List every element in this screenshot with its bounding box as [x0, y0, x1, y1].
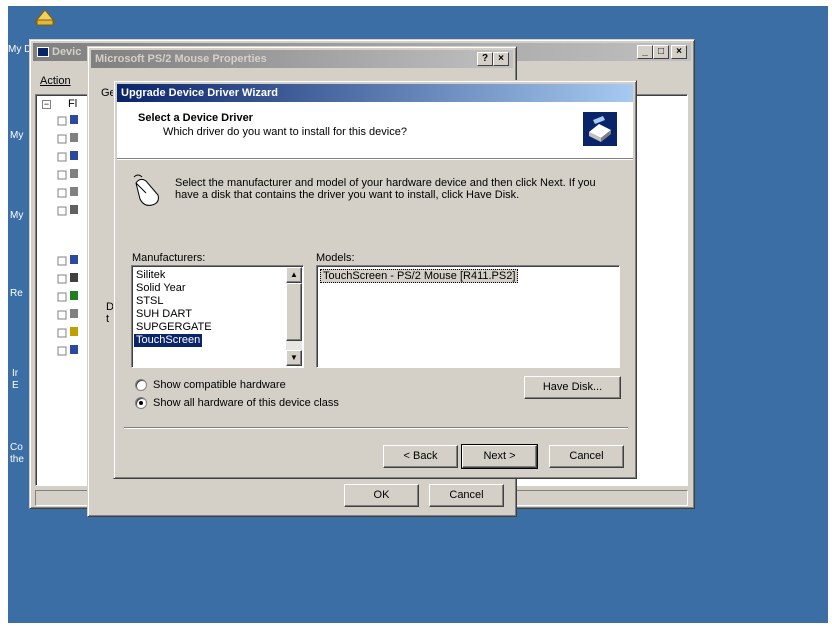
- manufacturer-item[interactable]: SUPGERGATE: [134, 321, 284, 334]
- action-menu[interactable]: Action: [40, 75, 71, 87]
- desktop-label-my-computer[interactable]: My: [10, 130, 23, 141]
- scroll-down-arrow-icon[interactable]: ▼: [286, 350, 302, 366]
- manufacturers-scrollbar[interactable]: ▲ ▼: [286, 267, 302, 366]
- minimize-button[interactable]: _: [637, 45, 653, 59]
- manufacturer-item[interactable]: SUH DART: [134, 308, 284, 321]
- wizard-titlebar[interactable]: Upgrade Device Driver Wizard: [117, 84, 633, 102]
- desktop-label-connect-1[interactable]: Co: [10, 442, 23, 453]
- properties-side-letter-t: t: [106, 313, 110, 325]
- properties-titlebar[interactable]: Microsoft PS/2 Mouse Properties ? ×: [91, 50, 513, 68]
- desktop-label-my-documents[interactable]: My D: [8, 44, 31, 55]
- wizard-header-subtitle: Which driver do you want to install for …: [163, 126, 407, 138]
- ok-button[interactable]: OK: [344, 484, 419, 507]
- close-button[interactable]: ×: [671, 45, 687, 59]
- tree-branch-lines: [57, 115, 78, 356]
- scroll-up-arrow-icon[interactable]: ▲: [286, 267, 302, 283]
- wizard-footer-divider: [124, 427, 628, 429]
- wizard-cancel-button[interactable]: Cancel: [549, 445, 624, 468]
- desktop-label-my-network[interactable]: My: [10, 210, 23, 221]
- computer-icon: [37, 47, 49, 58]
- properties-close-button[interactable]: ×: [493, 52, 509, 66]
- wizard-title: Upgrade Device Driver Wizard: [121, 87, 279, 99]
- manufacturers-label: Manufacturers:: [132, 252, 206, 264]
- wizard-header: Select a Device Driver Which driver do y…: [117, 102, 633, 158]
- properties-cancel-button[interactable]: Cancel: [429, 484, 504, 507]
- models-list[interactable]: TouchScreen - PS/2 Mouse [R411.PS2]: [316, 265, 620, 368]
- radio-show-all[interactable]: [135, 397, 147, 409]
- manufacturer-item[interactable]: Solid Year: [134, 282, 284, 295]
- maximize-button[interactable]: □: [653, 45, 669, 59]
- desktop-label-recycle-bin[interactable]: Re: [10, 288, 23, 299]
- manufacturer-item[interactable]: STSL: [134, 295, 284, 308]
- wizard-instruction: Select the manufacturer and model of you…: [175, 177, 596, 201]
- back-button[interactable]: < Back: [383, 445, 458, 468]
- tree-root-expander[interactable]: −: [42, 100, 51, 109]
- properties-title: Microsoft PS/2 Mouse Properties: [95, 53, 267, 65]
- models-label: Models:: [316, 252, 355, 264]
- upgrade-wizard-dialog: Upgrade Device Driver Wizard Select a De…: [113, 80, 637, 479]
- tree-root-label[interactable]: Fl: [68, 98, 77, 110]
- hardware-wizard-icon: [583, 112, 617, 146]
- folder-icon[interactable]: [33, 8, 57, 26]
- wizard-header-divider: [117, 158, 633, 160]
- manufacturer-item[interactable]: Silitek: [134, 269, 284, 282]
- help-button[interactable]: ?: [477, 52, 493, 66]
- manufacturer-item-selected[interactable]: TouchScreen: [134, 334, 203, 347]
- mouse-icon: [132, 173, 162, 209]
- radio-show-all-label[interactable]: Show all hardware of this device class: [153, 397, 339, 409]
- have-disk-button[interactable]: Have Disk...: [524, 376, 621, 399]
- desktop-label-internet-2: E: [12, 380, 19, 391]
- radio-show-compatible[interactable]: [135, 379, 147, 391]
- model-item-selected[interactable]: TouchScreen - PS/2 Mouse [R411.PS2]: [320, 269, 519, 283]
- desktop-label-connect-2: the: [10, 454, 24, 465]
- desktop-label-internet-1[interactable]: Ir: [12, 368, 18, 379]
- desktop: My D My My Re Ir E Co the Devic _ □ × Ac…: [8, 6, 828, 623]
- radio-show-compatible-label[interactable]: Show compatible hardware: [153, 379, 286, 391]
- tree-branches: [48, 111, 88, 361]
- manufacturers-list[interactable]: Silitek Solid Year STSL SUH DART SUPGERG…: [131, 265, 304, 368]
- device-manager-title: Devic: [52, 46, 82, 58]
- scroll-thumb[interactable]: [286, 283, 302, 341]
- next-button[interactable]: Next >: [461, 444, 538, 469]
- wizard-header-title: Select a Device Driver: [138, 112, 253, 124]
